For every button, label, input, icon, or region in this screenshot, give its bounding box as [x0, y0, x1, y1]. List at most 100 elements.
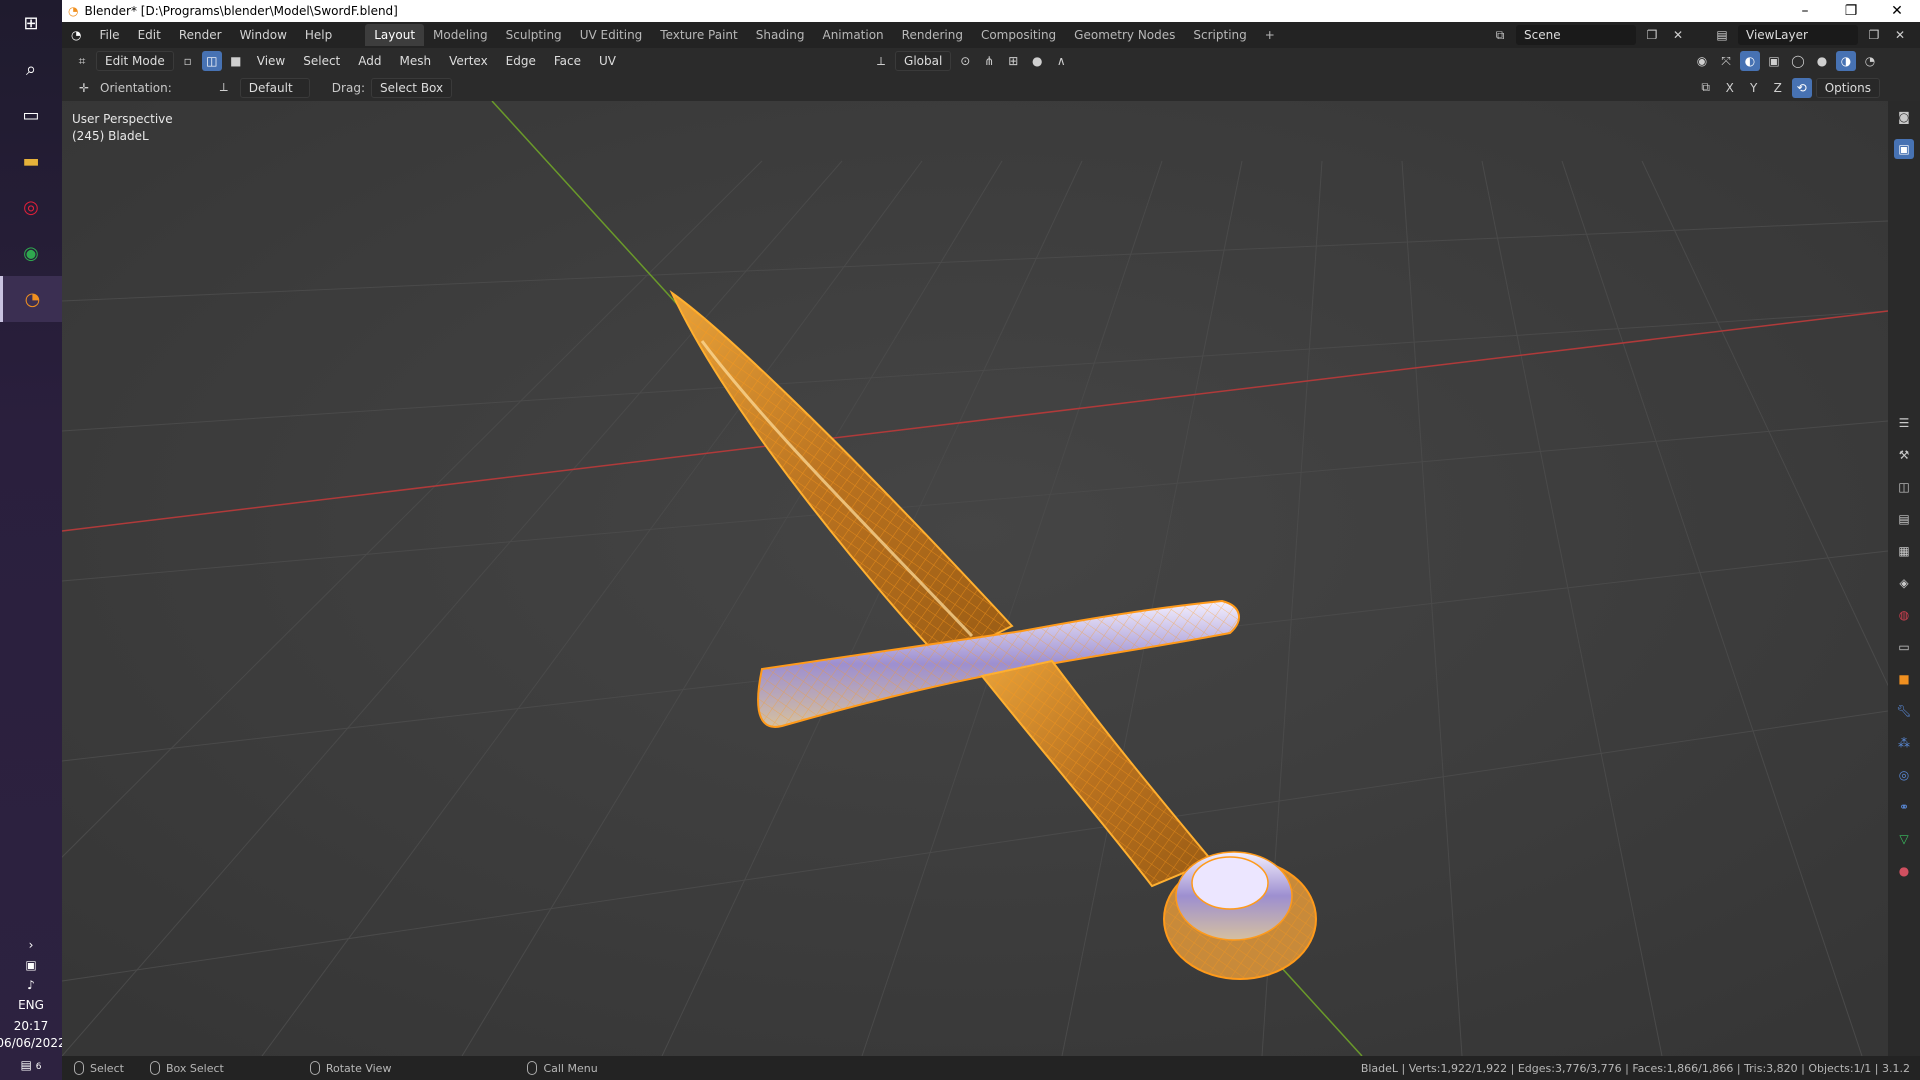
mirror-x-button[interactable]: X: [1720, 78, 1740, 98]
minimize-button[interactable]: –: [1782, 3, 1828, 19]
language-indicator[interactable]: ENG: [18, 998, 44, 1012]
opera-icon[interactable]: ◎: [0, 184, 62, 230]
tab-rendering[interactable]: Rendering: [893, 24, 972, 46]
material-properties-icon[interactable]: ●: [1894, 861, 1914, 881]
menu-select[interactable]: Select: [296, 54, 347, 68]
menu-uv[interactable]: UV: [592, 54, 623, 68]
face-select-icon[interactable]: ■: [226, 51, 246, 71]
pivot-point-icon[interactable]: ⊙: [955, 51, 975, 71]
tab-uv-editing[interactable]: UV Editing: [571, 24, 652, 46]
overlays-icon[interactable]: ◐: [1740, 51, 1760, 71]
network-icon[interactable]: ▣: [25, 958, 36, 972]
view-layer-properties-icon[interactable]: ▦: [1894, 541, 1914, 561]
new-scene-icon[interactable]: ❐: [1642, 25, 1662, 45]
particles-properties-icon[interactable]: ⁂: [1894, 733, 1914, 753]
proportional-edit-icon[interactable]: ●: [1027, 51, 1047, 71]
world-properties-icon[interactable]: ◍: [1894, 605, 1914, 625]
clock[interactable]: 20:17 06/06/2022: [0, 1018, 66, 1052]
viewport-info: User Perspective (245) BladeL: [72, 111, 173, 145]
maximize-button[interactable]: ❐: [1828, 3, 1874, 19]
menu-edge[interactable]: Edge: [499, 54, 543, 68]
mode-dropdown[interactable]: Edit Mode: [96, 51, 174, 71]
volume-icon[interactable]: ♪: [27, 978, 35, 992]
physics-properties-icon[interactable]: ◎: [1894, 765, 1914, 785]
output-properties-icon[interactable]: ▤: [1894, 509, 1914, 529]
windows-start-icon[interactable]: ⊞: [0, 0, 62, 46]
menu-file[interactable]: File: [90, 28, 128, 42]
tab-animation[interactable]: Animation: [813, 24, 892, 46]
rendered-shading-icon[interactable]: ◔: [1860, 51, 1880, 71]
auto-merge-icon[interactable]: ⟲: [1791, 77, 1812, 98]
wireframe-shading-icon[interactable]: ◯: [1788, 51, 1808, 71]
move-tool-icon[interactable]: ✛: [74, 78, 94, 98]
delete-scene-icon[interactable]: ✕: [1668, 25, 1688, 45]
edge-select-icon[interactable]: ◫: [201, 51, 222, 71]
scene-field[interactable]: Scene: [1516, 25, 1636, 45]
camera-view-icon[interactable]: ◙: [1894, 107, 1914, 127]
orientation-dropdown[interactable]: Default: [239, 77, 310, 98]
scene-icon[interactable]: ⧉: [1490, 25, 1510, 45]
menu-render[interactable]: Render: [170, 28, 231, 42]
status-bar: Select Box Select Rotate View Call Menu …: [62, 1056, 1920, 1080]
tab-layout[interactable]: Layout: [365, 24, 425, 46]
visibility-icon[interactable]: ◉: [1692, 51, 1712, 71]
menu-face[interactable]: Face: [547, 54, 588, 68]
vertex-select-icon[interactable]: ▫: [178, 51, 198, 71]
scene-properties-icon[interactable]: ◈: [1894, 573, 1914, 593]
menu-add[interactable]: Add: [351, 54, 388, 68]
gizmo-icon[interactable]: ⤧: [1716, 51, 1736, 71]
tab-texture-paint[interactable]: Texture Paint: [651, 24, 746, 46]
tab-scripting[interactable]: Scripting: [1184, 24, 1255, 46]
object-properties-icon[interactable]: ■: [1894, 669, 1914, 689]
menu-window[interactable]: Window: [231, 28, 296, 42]
drag-dropdown[interactable]: Select Box: [370, 77, 453, 98]
blender-menu-icon[interactable]: ◔: [62, 28, 90, 42]
close-button[interactable]: ✕: [1874, 3, 1920, 19]
menu-help[interactable]: Help: [296, 28, 341, 42]
view-layer-field[interactable]: ViewLayer: [1738, 25, 1858, 45]
tab-compositing[interactable]: Compositing: [972, 24, 1065, 46]
tab-sculpting[interactable]: Sculpting: [497, 24, 571, 46]
show-hidden-icons[interactable]: ›: [29, 938, 34, 952]
chrome-icon[interactable]: ◉: [0, 230, 62, 276]
snap-icon[interactable]: ⋔: [979, 51, 999, 71]
file-explorer-icon[interactable]: ▬: [0, 138, 62, 184]
view-layer-icon[interactable]: ▤: [1712, 25, 1732, 45]
mirror-y-button[interactable]: Y: [1744, 78, 1764, 98]
constraint-properties-icon[interactable]: ⚭: [1894, 797, 1914, 817]
transform-orientation-dropdown[interactable]: Global: [895, 51, 952, 71]
material-shading-icon[interactable]: ◑: [1836, 51, 1856, 71]
menu-view[interactable]: View: [250, 54, 292, 68]
tab-geometry-nodes[interactable]: Geometry Nodes: [1065, 24, 1184, 46]
mirror-icon[interactable]: ⧉: [1696, 78, 1716, 98]
data-properties-icon[interactable]: ▽: [1894, 829, 1914, 849]
notifications-icon[interactable]: ▤ 6: [21, 1058, 42, 1072]
delete-view-layer-icon[interactable]: ✕: [1890, 25, 1910, 45]
add-workspace-button[interactable]: +: [1256, 24, 1284, 46]
modifier-properties-icon[interactable]: 🔧︎: [1894, 701, 1914, 721]
collection-properties-icon[interactable]: ▭: [1894, 637, 1914, 657]
mirror-z-button[interactable]: Z: [1768, 78, 1788, 98]
tool-properties-icon[interactable]: ⚒: [1894, 445, 1914, 465]
render-properties-icon[interactable]: ◫: [1894, 477, 1914, 497]
menu-edit[interactable]: Edit: [129, 28, 170, 42]
tab-modeling[interactable]: Modeling: [424, 24, 497, 46]
blender-taskbar-icon[interactable]: ◔: [0, 276, 62, 322]
3d-viewport[interactable]: User Perspective (245) BladeL: [62, 101, 1888, 1056]
menu-mesh[interactable]: Mesh: [393, 54, 439, 68]
properties-editor-icon[interactable]: ☰: [1894, 413, 1914, 433]
falloff-icon[interactable]: ∧: [1051, 51, 1071, 71]
tab-shading[interactable]: Shading: [747, 24, 814, 46]
new-view-layer-icon[interactable]: ❐: [1864, 25, 1884, 45]
task-view-icon[interactable]: ▭: [0, 92, 62, 138]
options-dropdown[interactable]: Options: [1815, 77, 1880, 98]
editor-type-icon[interactable]: ⌗: [72, 51, 92, 71]
status-call-menu: Call Menu: [543, 1061, 598, 1075]
search-icon[interactable]: ⌕: [0, 46, 62, 92]
transform-orientation-icon[interactable]: ⟂: [871, 51, 891, 71]
toggle-view-icon[interactable]: ▣: [1894, 139, 1914, 159]
solid-shading-icon[interactable]: ●: [1812, 51, 1832, 71]
snap-target-icon[interactable]: ⊞: [1003, 51, 1023, 71]
xray-icon[interactable]: ▣: [1764, 51, 1784, 71]
menu-vertex[interactable]: Vertex: [442, 54, 495, 68]
